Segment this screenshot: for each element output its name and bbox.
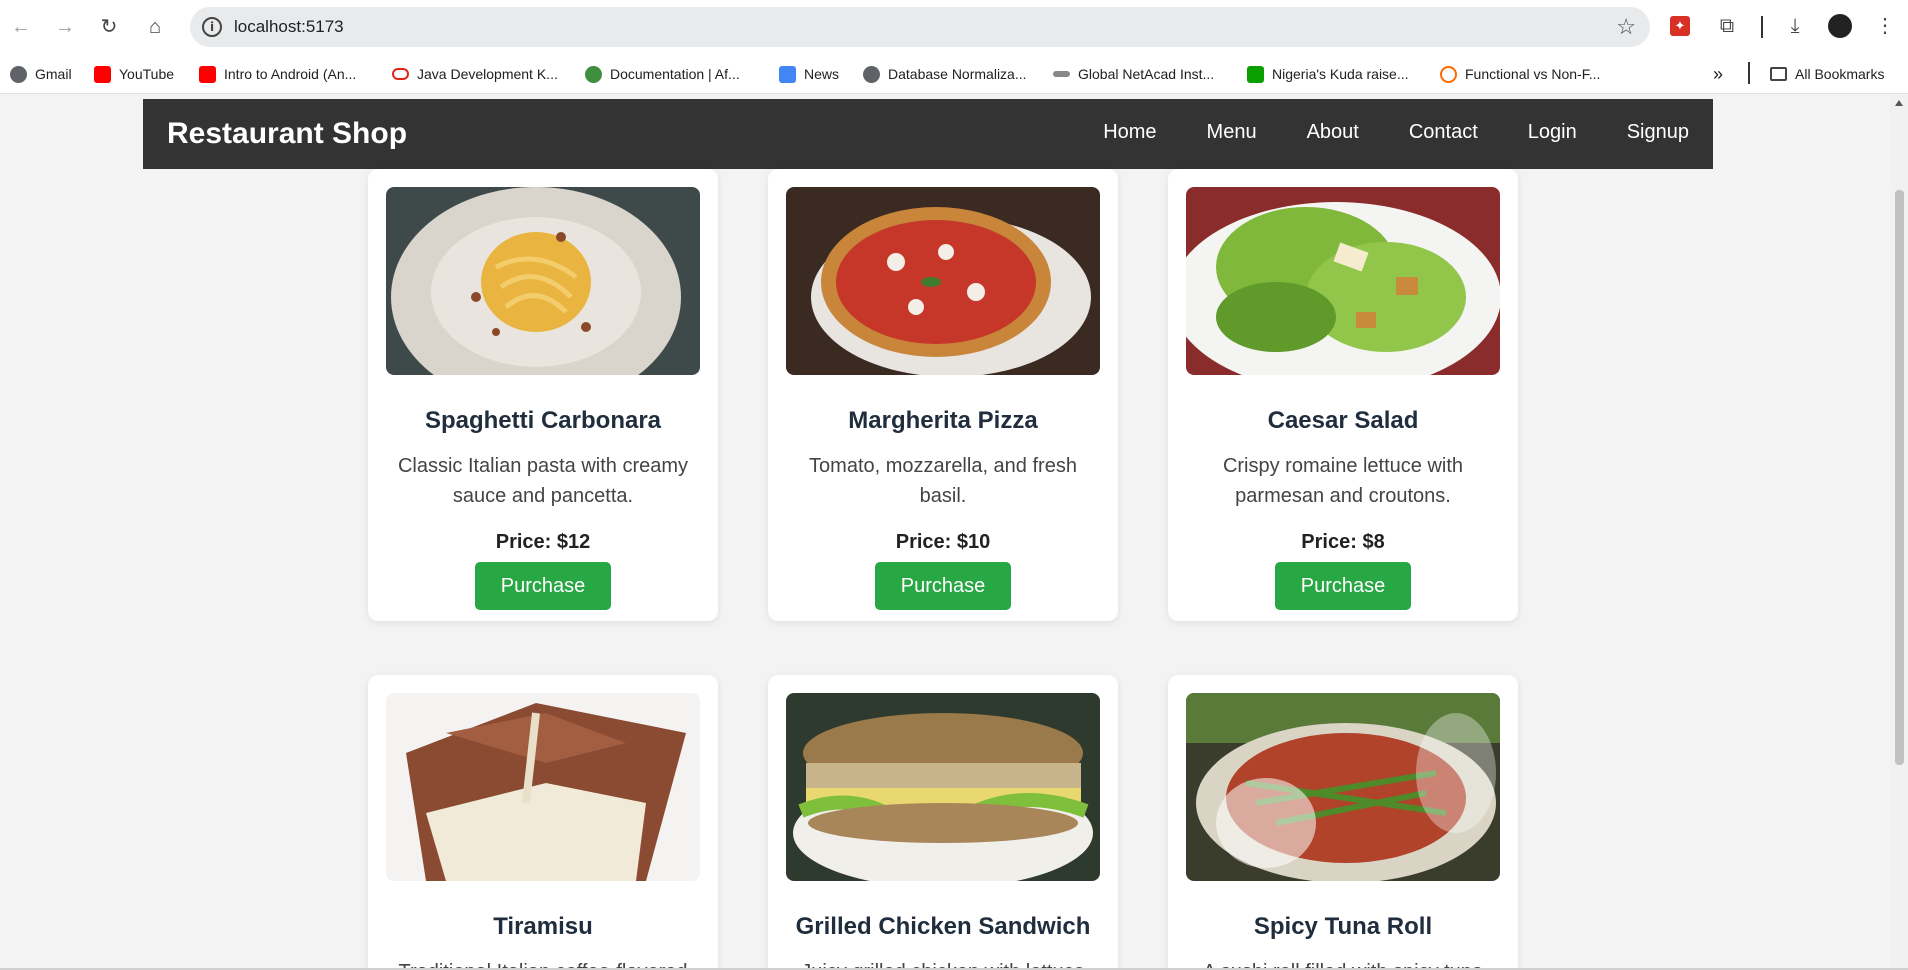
bookmark-java-dev[interactable]: Java Development K...: [392, 64, 558, 84]
dish-description: Classic Italian pasta with creamy sauce …: [397, 455, 689, 507]
bookmarks-bar: Gmail YouTube Intro to Android (An... Ja…: [0, 54, 1908, 94]
nav-contact[interactable]: Contact: [1409, 121, 1478, 144]
purchase-button[interactable]: Purchase: [475, 562, 611, 610]
food-image-pizza: [786, 187, 1100, 375]
purchase-button[interactable]: Purchase: [1275, 562, 1411, 610]
folder-icon: [1770, 67, 1787, 81]
menu-card: Margherita Pizza Tomato, mozzarella, and…: [768, 169, 1118, 621]
home-icon[interactable]: ⌂: [142, 14, 168, 40]
docs-icon: [585, 65, 602, 83]
toolbar-divider: [1761, 16, 1763, 38]
profile-avatar[interactable]: [1828, 14, 1852, 38]
food-image-sushi: [1186, 693, 1500, 881]
page-scrollbar[interactable]: [1890, 95, 1908, 970]
food-image-sandwich: [786, 693, 1100, 881]
nav-menu[interactable]: Menu: [1207, 121, 1257, 144]
techcrunch-icon: [1247, 65, 1264, 83]
dish-description: Crispy romaine lettuce with parmesan and…: [1222, 455, 1464, 507]
puzzle-extensions-icon[interactable]: ⧉: [1714, 13, 1740, 39]
dish-description: Tomato, mozzarella, and fresh basil.: [809, 455, 1077, 507]
browser-toolbar: ← → ↻ ⌂ i localhost:5173 ☆ ✦ ⧉ ⤓ ⋮: [0, 0, 1908, 54]
dish-title: Spicy Tuna Roll: [1253, 913, 1433, 940]
brand-logo[interactable]: Restaurant Shop: [167, 117, 407, 151]
news-icon: [779, 65, 796, 83]
site-info-icon[interactable]: i: [202, 17, 222, 37]
menu-card: Grilled Chicken Sandwich Juicy grilled c…: [768, 675, 1118, 970]
bookmark-kuda[interactable]: Nigeria's Kuda raise...: [1247, 64, 1409, 84]
menu-card: Tiramisu Traditional Italian coffee-flav…: [368, 675, 718, 970]
url-text[interactable]: localhost:5173: [234, 17, 344, 37]
bookmark-youtube[interactable]: YouTube: [94, 64, 174, 84]
nav-links: Home Menu About Contact Login Signup: [1103, 121, 1689, 144]
dish-title: Grilled Chicken Sandwich: [795, 913, 1091, 940]
purchase-button[interactable]: Purchase: [875, 562, 1011, 610]
all-bookmarks-button[interactable]: All Bookmarks: [1770, 64, 1884, 84]
dish-price: Price: $10: [895, 531, 991, 553]
bookmark-documentation[interactable]: Documentation | Af...: [585, 64, 740, 84]
bookmark-gmail[interactable]: Gmail: [10, 64, 72, 84]
bookmark-star-icon[interactable]: ☆: [1616, 14, 1636, 40]
bookmark-intro-android[interactable]: Intro to Android (An...: [199, 64, 356, 84]
back-arrow-icon[interactable]: ←: [8, 14, 34, 40]
extension-icon[interactable]: ✦: [1670, 16, 1690, 36]
scroll-up-arrow-icon[interactable]: [1895, 100, 1903, 106]
menu-card: Caesar Salad Crispy romaine lettuce with…: [1168, 169, 1518, 621]
food-image-spaghetti: [386, 187, 700, 375]
cisco-icon: [1053, 71, 1070, 77]
dish-price: Price: $8: [1301, 531, 1385, 553]
site-navbar: Restaurant Shop Home Menu About Contact …: [143, 99, 1713, 169]
bookmark-netacad[interactable]: Global NetAcad Inst...: [1053, 64, 1214, 84]
youtube-icon: [94, 65, 111, 83]
download-icon[interactable]: ⤓: [1782, 13, 1808, 39]
nav-signup[interactable]: Signup: [1627, 121, 1689, 144]
globe-icon: [863, 65, 880, 83]
dish-title: Spaghetti Carbonara: [424, 407, 662, 434]
more-bookmarks-chevron-icon[interactable]: »: [1713, 64, 1723, 84]
oracle-icon: [392, 68, 409, 80]
menu-card: Spicy Tuna Roll A sushi roll filled with…: [1168, 675, 1518, 970]
nav-login[interactable]: Login: [1528, 121, 1577, 144]
food-image-tiramisu: [386, 693, 700, 881]
bookmark-news[interactable]: News: [779, 64, 839, 84]
kebab-menu-icon[interactable]: ⋮: [1872, 13, 1898, 39]
menu-card: Spaghetti Carbonara Classic Italian past…: [368, 169, 718, 621]
nav-about[interactable]: About: [1307, 121, 1359, 144]
food-image-salad: [1186, 187, 1500, 375]
address-bar[interactable]: i localhost:5173 ☆: [190, 7, 1650, 47]
nav-home[interactable]: Home: [1103, 121, 1156, 144]
dish-title: Caesar Salad: [1267, 407, 1419, 434]
bookmark-database-normalization[interactable]: Database Normaliza...: [863, 64, 1027, 84]
dish-title: Margherita Pizza: [848, 407, 1038, 434]
scrollbar-thumb[interactable]: [1895, 190, 1904, 765]
forward-arrow-icon[interactable]: →: [52, 14, 78, 40]
search-icon: [1440, 65, 1457, 83]
reload-icon[interactable]: ↻: [96, 14, 122, 40]
youtube-icon: [199, 65, 216, 83]
bookmark-functional[interactable]: Functional vs Non-F...: [1440, 64, 1600, 84]
page-viewport: Restaurant Shop Home Menu About Contact …: [0, 95, 1890, 970]
dish-price: Price: $12: [495, 531, 591, 553]
globe-icon: [10, 65, 27, 83]
bookmarks-divider: [1748, 62, 1750, 84]
dish-title: Tiramisu: [493, 913, 593, 940]
